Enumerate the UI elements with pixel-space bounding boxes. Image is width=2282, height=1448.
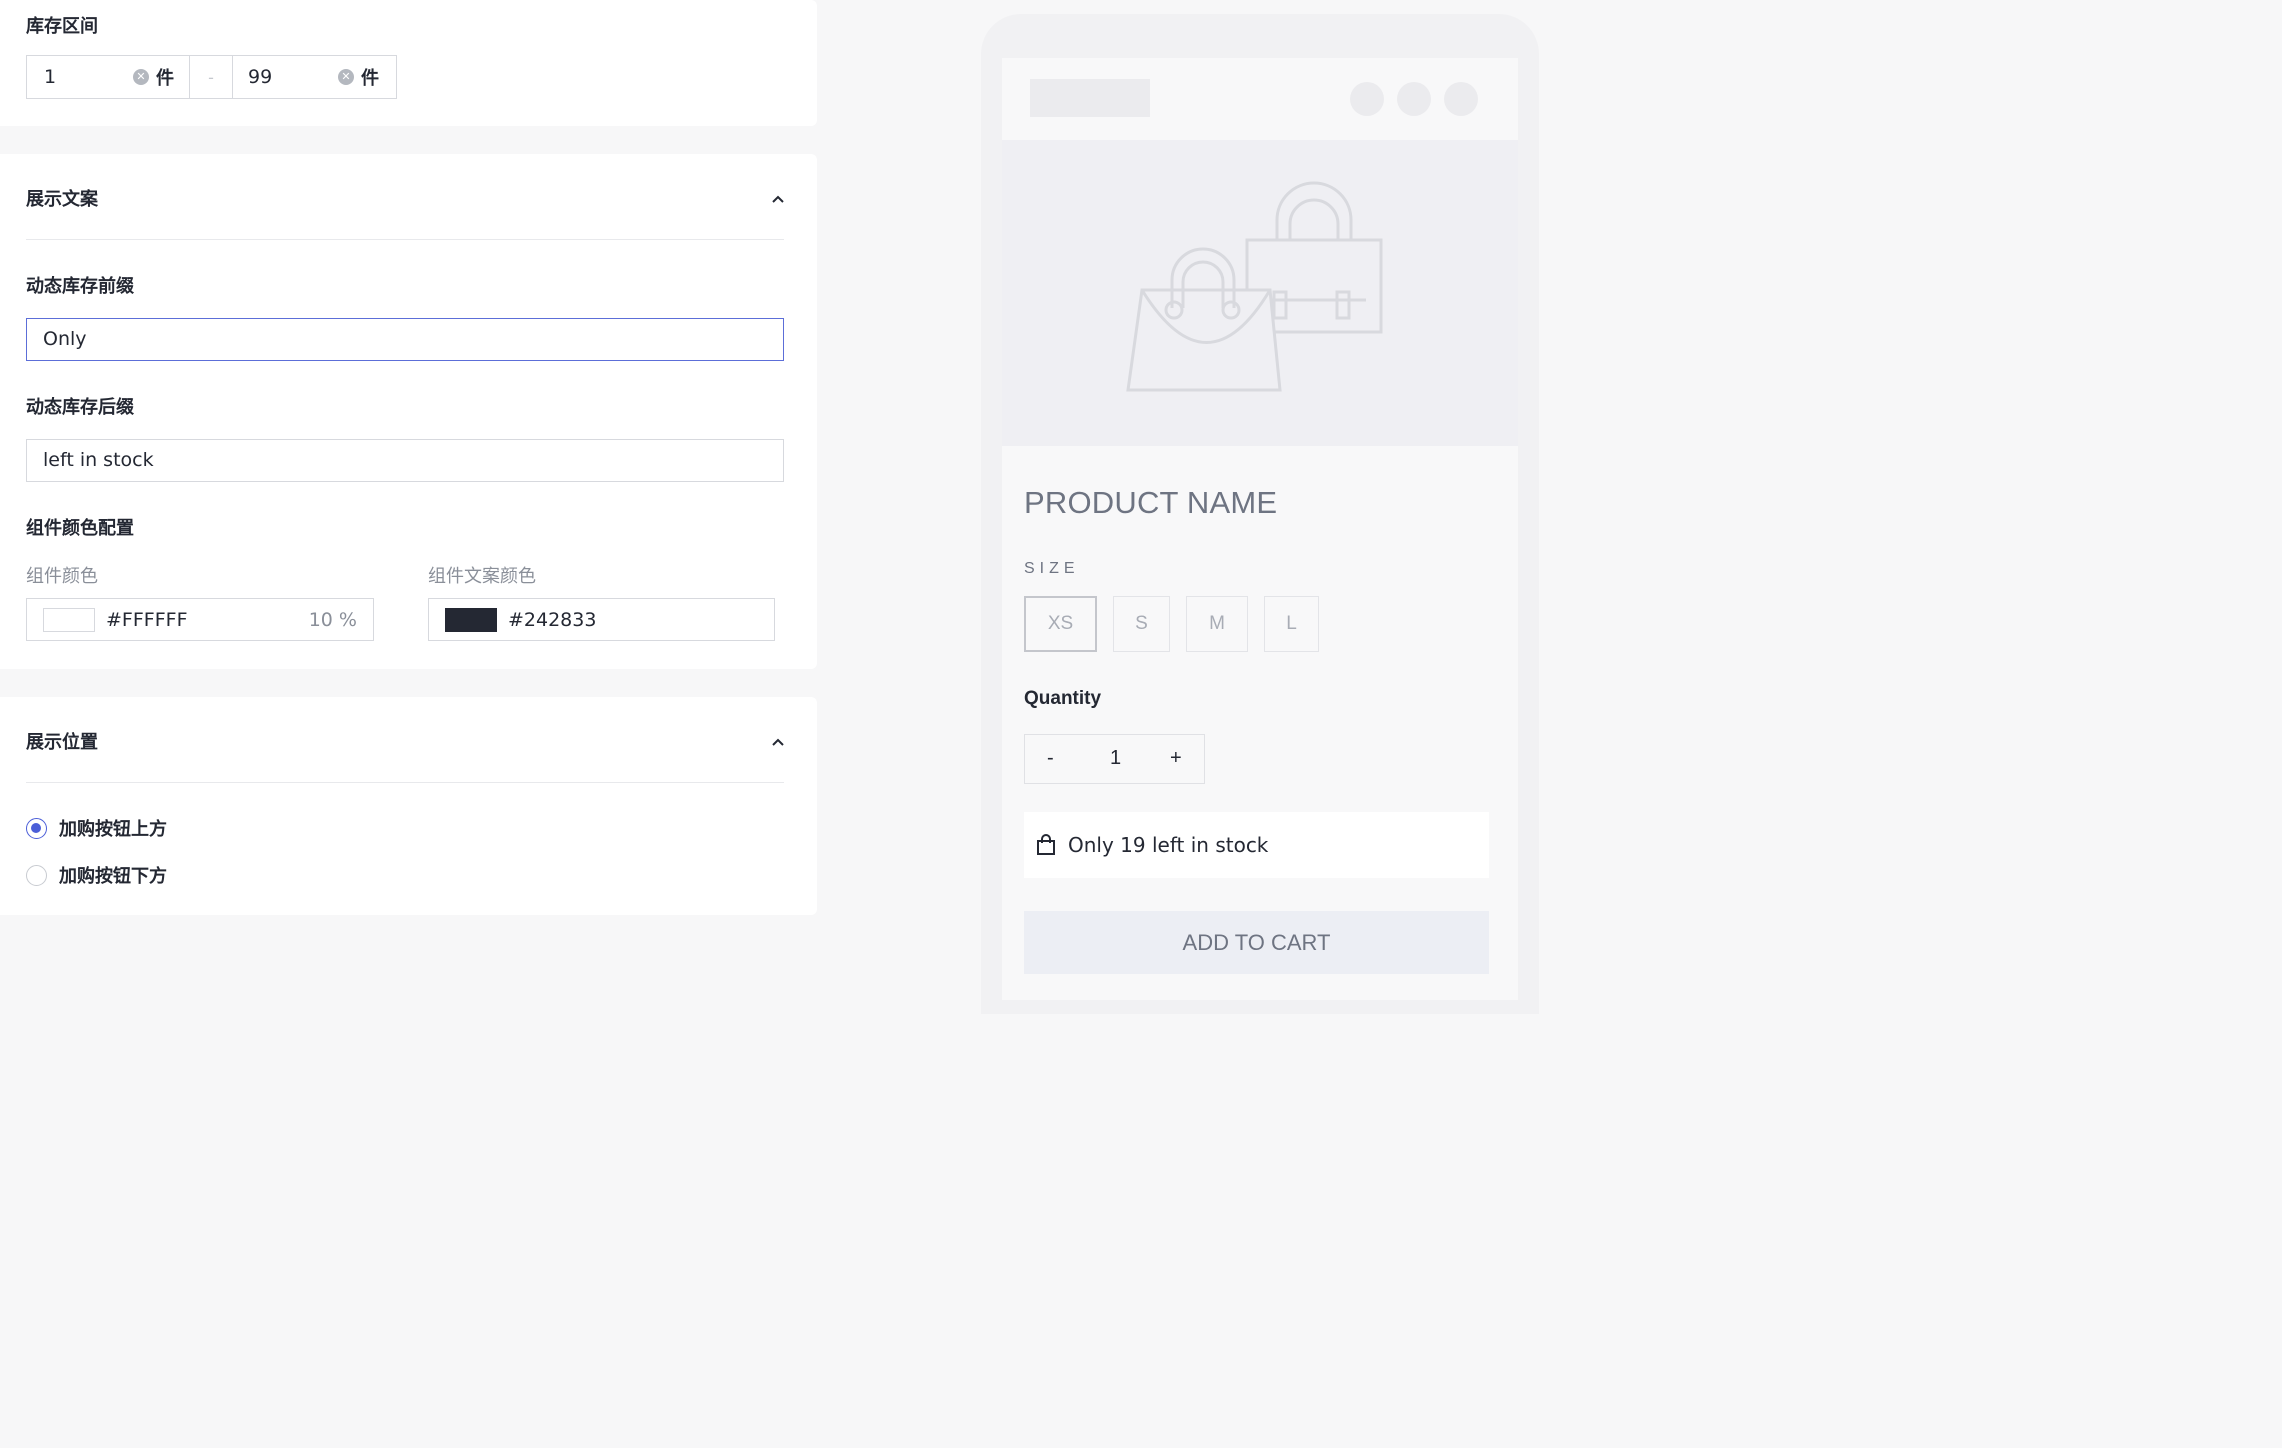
size-option-m[interactable]: M xyxy=(1186,596,1248,652)
range-min-unit: 件 xyxy=(156,68,174,89)
inventory-range-card: 库存区间 1 ✕ 件 - 99 ✕ 件 xyxy=(0,0,817,126)
settings-panel: 库存区间 1 ✕ 件 - 99 ✕ 件 展示文案 动态库存前缀 Only 动态库… xyxy=(0,0,845,995)
prefix-input[interactable]: Only xyxy=(26,318,784,361)
display-position-title: 展示位置 xyxy=(26,732,98,753)
product-image-placeholder xyxy=(1002,140,1518,446)
quantity-stepper: - 1 + xyxy=(1024,734,1205,784)
size-option-l[interactable]: L xyxy=(1264,596,1319,652)
range-max-value[interactable]: 99 xyxy=(248,66,272,88)
component-color-label: 组件颜色 xyxy=(26,566,98,587)
range-min-field[interactable]: 1 ✕ 件 xyxy=(27,56,190,98)
inventory-range-input: 1 ✕ 件 - 99 ✕ 件 xyxy=(26,55,397,99)
product-name: PRODUCT NAME xyxy=(1024,485,1278,520)
size-label: SIZE xyxy=(1024,560,1080,577)
range-min-value[interactable]: 1 xyxy=(44,66,56,88)
quantity-decrease-button[interactable]: - xyxy=(1047,747,1054,770)
header-icon-placeholder xyxy=(1397,82,1431,116)
quantity-value[interactable]: 1 xyxy=(1110,747,1121,770)
range-separator: - xyxy=(190,56,233,98)
position-option-below[interactable]: 加购按钮下方 xyxy=(26,862,167,888)
size-option-s[interactable]: S xyxy=(1113,596,1170,652)
radio-label: 加购按钮下方 xyxy=(59,866,167,887)
inventory-range-label: 库存区间 xyxy=(26,16,98,37)
suffix-label: 动态库存后缀 xyxy=(26,397,134,418)
quantity-increase-button[interactable]: + xyxy=(1170,747,1182,770)
clear-min-icon[interactable]: ✕ xyxy=(133,69,149,85)
component-color-swatch[interactable] xyxy=(43,608,95,632)
size-option-xs[interactable]: XS xyxy=(1024,596,1097,652)
shopping-bag-icon xyxy=(1037,834,1055,855)
clear-max-icon[interactable]: ✕ xyxy=(338,69,354,85)
stock-indicator: Only 19 left in stock xyxy=(1024,812,1489,878)
display-text-title: 展示文案 xyxy=(26,189,98,210)
radio-checked[interactable] xyxy=(26,817,47,839)
add-to-cart-button[interactable]: ADD TO CART xyxy=(1024,911,1489,974)
header-icon-placeholder xyxy=(1444,82,1478,116)
section-divider xyxy=(26,782,784,783)
position-option-above[interactable]: 加购按钮上方 xyxy=(26,815,167,841)
display-position-card: 展示位置 加购按钮上方 加购按钮下方 xyxy=(0,697,817,915)
bags-illustration-icon xyxy=(1126,181,1383,392)
prefix-label: 动态库存前缀 xyxy=(26,276,134,297)
chevron-up-icon[interactable] xyxy=(770,191,786,207)
display-text-card: 展示文案 动态库存前缀 Only 动态库存后缀 left in stock 组件… xyxy=(0,154,817,669)
text-color-label: 组件文案颜色 xyxy=(428,566,536,587)
stock-message: Only 19 left in stock xyxy=(1068,833,1269,857)
component-color-opacity[interactable]: 10 % xyxy=(309,609,357,631)
radio-label: 加购按钮上方 xyxy=(59,819,167,840)
component-color-hex[interactable]: #FFFFFF xyxy=(106,609,188,631)
range-max-unit: 件 xyxy=(361,68,379,89)
suffix-input[interactable]: left in stock xyxy=(26,439,784,482)
text-color-swatch[interactable] xyxy=(445,608,497,632)
text-color-hex[interactable]: #242833 xyxy=(508,609,596,631)
component-color-input[interactable]: #FFFFFF 10 % xyxy=(26,598,374,641)
chevron-up-icon[interactable] xyxy=(770,734,786,750)
radio-unchecked[interactable] xyxy=(26,864,47,886)
section-divider xyxy=(26,239,784,240)
text-color-input[interactable]: #242833 xyxy=(428,598,775,641)
preview-header xyxy=(1002,58,1518,140)
header-icon-placeholder xyxy=(1350,82,1384,116)
range-max-field[interactable]: 99 ✕ 件 xyxy=(233,56,396,98)
preview-content: PRODUCT NAME SIZE XS S M L Quantity - 1 … xyxy=(1002,140,1518,1000)
quantity-label: Quantity xyxy=(1024,688,1102,709)
logo-placeholder xyxy=(1030,79,1150,117)
color-config-label: 组件颜色配置 xyxy=(26,518,134,539)
